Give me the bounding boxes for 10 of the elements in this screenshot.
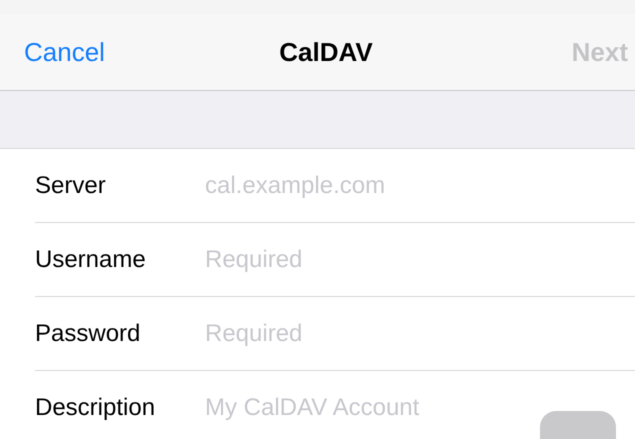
field-label: Server [35,172,107,200]
input-field[interactable]: Required [205,320,635,348]
cancel-button[interactable]: Cancel [24,36,105,68]
field-label: Username [35,246,147,274]
nav-title: CalDAV [279,36,373,68]
input-field[interactable]: My CalDAV Account [205,394,635,422]
field-label: Password [35,320,142,348]
field-label: Description [35,394,156,422]
input-field[interactable]: cal.example.com [205,172,635,200]
input-field[interactable]: Required [205,246,635,274]
